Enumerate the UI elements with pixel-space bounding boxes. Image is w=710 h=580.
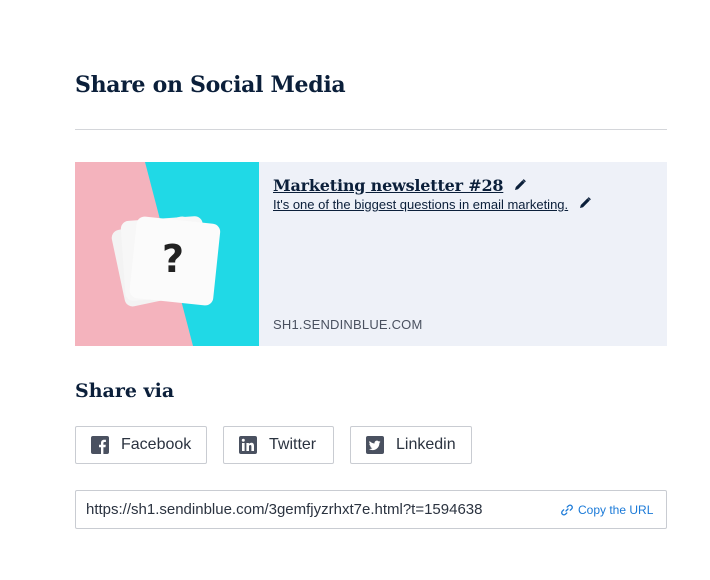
facebook-icon [91, 436, 109, 454]
facebook-button-label: Facebook [121, 436, 192, 453]
share-url-input[interactable] [76, 491, 552, 528]
linkedin-share-button[interactable]: Linkedin [350, 426, 472, 464]
divider [75, 129, 667, 130]
link-icon [561, 503, 573, 516]
copy-url-label: Copy the URL [578, 502, 654, 517]
linkedin-icon [239, 436, 257, 454]
copy-url-button[interactable]: Copy the URL [561, 491, 653, 528]
preview-description-row: It's one of the biggest questions in ema… [273, 196, 667, 214]
question-mark-glyph: ? [162, 237, 184, 281]
page-title: Share on Social Media [75, 72, 346, 98]
preview-title-row: Marketing newsletter #28 [273, 176, 667, 196]
twitter-button-label: Twitter [269, 436, 317, 453]
share-via-heading: Share via [75, 380, 175, 402]
preview-text: Marketing newsletter #28 It's one of the… [259, 162, 667, 346]
twitter-icon [366, 436, 384, 454]
link-preview-card: ? Marketing newsletter #28 It's one of t… [75, 162, 667, 346]
preview-image: ? [75, 162, 259, 346]
preview-domain: SH1.SENDINBLUE.COM [273, 317, 423, 332]
edit-title-icon[interactable] [514, 178, 526, 196]
share-url-box: Copy the URL [75, 490, 667, 529]
preview-description-link[interactable]: It's one of the biggest questions in ema… [273, 197, 568, 212]
edit-description-icon[interactable] [579, 196, 591, 214]
preview-title-link[interactable]: Marketing newsletter #28 [273, 176, 504, 195]
question-cards-image: ? [75, 162, 259, 346]
facebook-share-button[interactable]: Facebook [75, 426, 207, 464]
twitter-share-button[interactable]: Twitter [223, 426, 334, 464]
linkedin-button-label: Linkedin [396, 436, 456, 453]
